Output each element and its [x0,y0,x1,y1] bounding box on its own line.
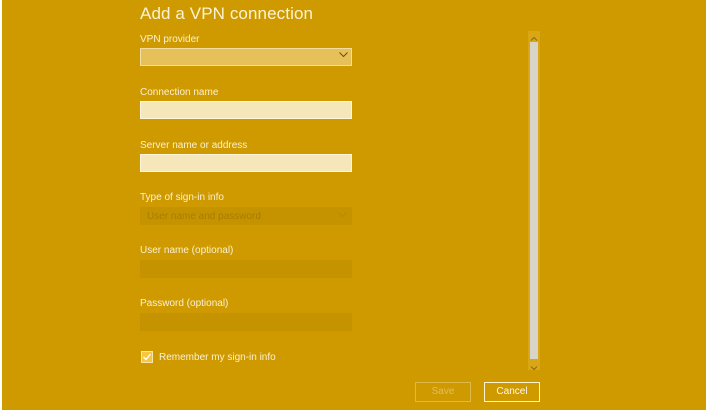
chevron-down-icon [339,52,348,60]
server-name-input[interactable] [140,154,352,172]
remember-label: Remember my sign-in info [159,352,276,363]
page-title: Add a VPN connection [140,4,314,23]
signin-type-select[interactable]: User name and password [140,207,352,225]
connection-name-label: Connection name [140,87,219,98]
username-label: User name (optional) [140,245,234,256]
vpn-provider-select[interactable] [140,48,352,66]
chevron-down-icon [338,212,347,218]
cancel-button[interactable]: Cancel [484,382,540,402]
server-name-label: Server name or address [140,140,248,151]
password-input[interactable] [140,313,352,331]
remember-checkbox[interactable] [141,351,153,363]
username-input[interactable] [140,260,352,278]
signin-type-value: User name and password [147,211,261,222]
signin-type-label: Type of sign-in info [140,192,224,203]
connection-name-input[interactable] [140,101,352,119]
vpn-provider-label: VPN provider [140,34,200,45]
password-label: Password (optional) [140,298,229,309]
scroll-down-arrow-icon[interactable] [528,360,540,371]
save-button[interactable]: Save [415,382,471,402]
scrollbar[interactable] [528,31,540,371]
vpn-dialog: Add a VPN connection VPN provider Connec… [2,0,706,410]
scroll-up-arrow-icon[interactable] [528,31,540,41]
scrollbar-thumb[interactable] [530,42,538,359]
checkmark-icon [143,353,152,361]
